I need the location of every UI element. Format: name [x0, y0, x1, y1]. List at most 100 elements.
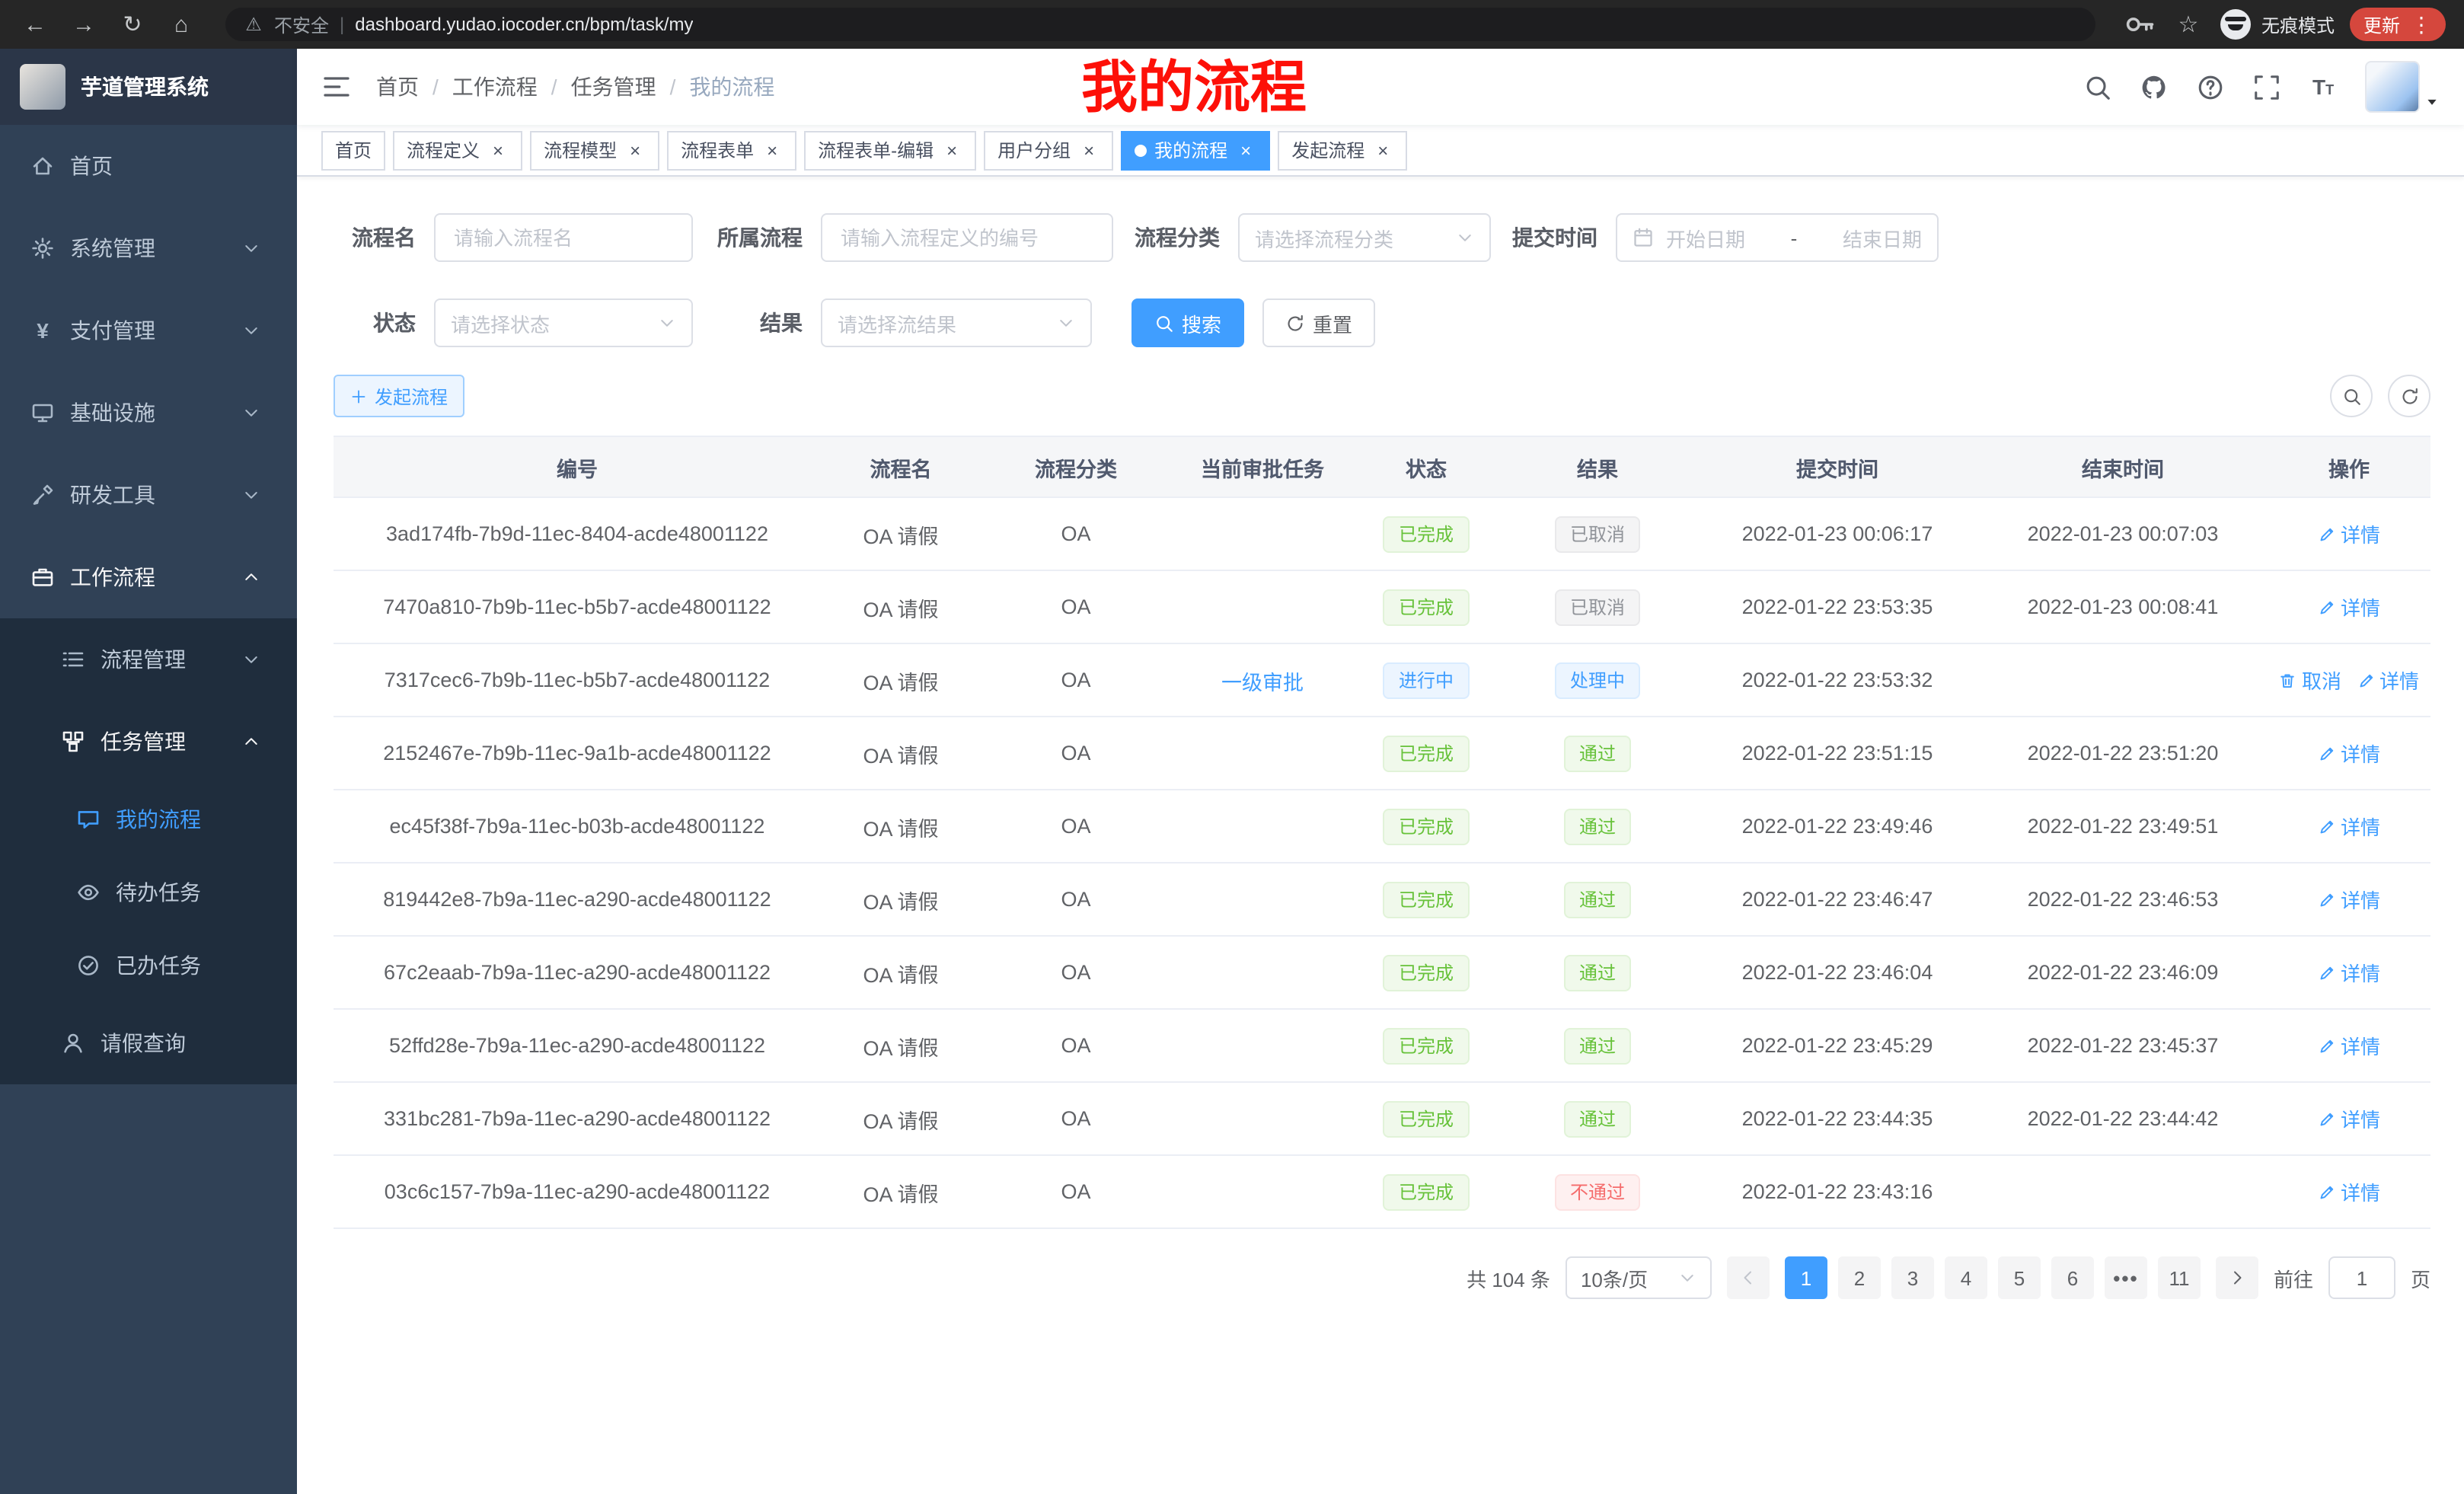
- sidebar-item-11[interactable]: 请假查询: [0, 1002, 297, 1084]
- github-icon[interactable]: [2140, 72, 2169, 101]
- status-badge: 已完成: [1384, 1173, 1469, 1210]
- font-size-icon[interactable]: TT: [2309, 72, 2338, 101]
- table-refresh-button[interactable]: [2388, 375, 2430, 417]
- category-select[interactable]: 请选择流程分类: [1238, 213, 1491, 262]
- cell-id: 7317cec6-7b9b-11ec-b5b7-acde48001122: [334, 643, 821, 717]
- sidebar-item-label: 支付管理: [70, 315, 242, 346]
- status-badge: 已完成: [1384, 589, 1469, 625]
- detail-link[interactable]: 详情: [2318, 1031, 2380, 1060]
- page-button-2[interactable]: 2: [1838, 1256, 1881, 1299]
- table-row: 67c2eaab-7b9a-11ec-a290-acde48001122OA 请…: [334, 936, 2430, 1009]
- key-icon[interactable]: [2123, 8, 2156, 41]
- create-process-button[interactable]: 发起流程: [334, 375, 464, 417]
- search-button[interactable]: 搜索: [1131, 298, 1244, 347]
- reset-button[interactable]: 重置: [1262, 298, 1375, 347]
- browser-reload-icon[interactable]: ↻: [116, 8, 149, 41]
- update-button[interactable]: 更新 ⋮: [2350, 8, 2446, 41]
- tab-我的流程[interactable]: 我的流程×: [1121, 130, 1270, 170]
- status-select[interactable]: 请选择状态: [434, 298, 693, 347]
- detail-link[interactable]: 详情: [2318, 885, 2380, 914]
- sidebar-item-3[interactable]: 基础设施: [0, 372, 297, 454]
- cell-end-time: 2022-01-22 23:46:09: [1978, 936, 2268, 1009]
- next-page-button[interactable]: [2216, 1256, 2258, 1299]
- page-button-6[interactable]: 6: [2051, 1256, 2094, 1299]
- tab-发起流程[interactable]: 发起流程×: [1278, 130, 1407, 170]
- page-button-3[interactable]: 3: [1891, 1256, 1934, 1299]
- status-badge: 已完成: [1384, 516, 1469, 552]
- process-def-input[interactable]: [821, 213, 1113, 262]
- browser-back-icon[interactable]: ←: [18, 8, 52, 41]
- detail-link[interactable]: 详情: [2318, 519, 2380, 548]
- breadcrumb-item[interactable]: 首页: [376, 72, 419, 102]
- breadcrumb-item[interactable]: 工作流程: [452, 72, 538, 102]
- submit-time-range[interactable]: 开始日期 - 结束日期: [1616, 213, 1939, 262]
- page-button-4[interactable]: 4: [1945, 1256, 1987, 1299]
- sidebar-item-4[interactable]: 研发工具: [0, 454, 297, 536]
- tab-用户分组[interactable]: 用户分组×: [984, 130, 1113, 170]
- sidebar-item-2[interactable]: ¥支付管理: [0, 289, 297, 372]
- close-icon[interactable]: ×: [624, 139, 646, 161]
- sidebar-item-5[interactable]: 工作流程: [0, 536, 297, 618]
- cell-result: 通过: [1499, 936, 1696, 1009]
- help-icon[interactable]: [2196, 72, 2225, 101]
- cancel-link[interactable]: 取消: [2279, 666, 2341, 694]
- page-button-5[interactable]: 5: [1998, 1256, 2041, 1299]
- detail-link[interactable]: 详情: [2318, 592, 2380, 621]
- close-icon[interactable]: ×: [1372, 139, 1393, 161]
- user-avatar[interactable]: [2365, 61, 2440, 113]
- result-select[interactable]: 请选择流结果: [821, 298, 1092, 347]
- page-more[interactable]: •••: [2105, 1256, 2147, 1299]
- table-row: 7317cec6-7b9b-11ec-b5b7-acde48001122OA 请…: [334, 643, 2430, 717]
- hamburger-icon[interactable]: [321, 72, 352, 102]
- sidebar-item-8[interactable]: 我的流程: [0, 783, 297, 856]
- page-button-1[interactable]: 1: [1785, 1256, 1827, 1299]
- sidebar-item-10[interactable]: 已办任务: [0, 929, 297, 1002]
- fullscreen-icon[interactable]: [2252, 72, 2281, 101]
- cell-category: OA: [981, 570, 1171, 643]
- detail-link[interactable]: 详情: [2318, 958, 2380, 987]
- close-icon[interactable]: ×: [941, 139, 962, 161]
- cell-name: OA 请假: [821, 1082, 981, 1155]
- task-link[interactable]: 一级审批: [1221, 671, 1304, 694]
- detail-link[interactable]: 详情: [2318, 1177, 2380, 1206]
- browser-home-icon[interactable]: ⌂: [164, 8, 198, 41]
- detail-link[interactable]: 详情: [2318, 739, 2380, 768]
- sidebar-item-0[interactable]: 首页: [0, 125, 297, 207]
- close-icon[interactable]: ×: [487, 139, 509, 161]
- tab-流程模型[interactable]: 流程模型×: [530, 130, 659, 170]
- detail-link[interactable]: 详情: [2357, 666, 2419, 694]
- sidebar-item-1[interactable]: 系统管理: [0, 207, 297, 289]
- tab-流程定义[interactable]: 流程定义×: [393, 130, 522, 170]
- arrow-right-icon: [2228, 1269, 2246, 1287]
- sidebar-item-9[interactable]: 待办任务: [0, 856, 297, 929]
- breadcrumb-item[interactable]: 任务管理: [571, 72, 656, 102]
- sidebar-item-6[interactable]: 流程管理: [0, 618, 297, 701]
- breadcrumb-separator: /: [432, 75, 439, 99]
- sidebar-item-7[interactable]: 任务管理: [0, 701, 297, 783]
- table-search-button[interactable]: [2330, 375, 2373, 417]
- cell-result: 不通过: [1499, 1155, 1696, 1228]
- tab-首页[interactable]: 首页: [321, 130, 385, 170]
- header-search-icon[interactable]: [2083, 72, 2112, 101]
- browser-forward-icon[interactable]: →: [67, 8, 101, 41]
- close-icon[interactable]: ×: [1235, 139, 1256, 161]
- cell-category: OA: [981, 717, 1171, 790]
- detail-link[interactable]: 详情: [2318, 1104, 2380, 1133]
- cell-id: 819442e8-7b9a-11ec-a290-acde48001122: [334, 863, 821, 936]
- close-icon[interactable]: ×: [1078, 139, 1100, 161]
- tab-流程表单-编辑[interactable]: 流程表单-编辑×: [804, 130, 976, 170]
- address-bar[interactable]: ⚠ 不安全 | dashboard.yudao.iocoder.cn/bpm/t…: [225, 8, 2095, 41]
- close-icon[interactable]: ×: [761, 139, 783, 161]
- tab-流程表单[interactable]: 流程表单×: [667, 130, 796, 170]
- page-button-11[interactable]: 11: [2158, 1256, 2201, 1299]
- detail-link[interactable]: 详情: [2318, 812, 2380, 841]
- process-name-input[interactable]: [434, 213, 693, 262]
- result-label: 结果: [693, 308, 821, 338]
- cell-category: OA: [981, 1082, 1171, 1155]
- bookmark-star-icon[interactable]: ☆: [2172, 8, 2205, 41]
- browser-menu-icon[interactable]: ⋮: [2411, 14, 2432, 35]
- goto-page-input[interactable]: [2328, 1256, 2395, 1299]
- prev-page-button[interactable]: [1727, 1256, 1770, 1299]
- page-size-select[interactable]: 10条/页: [1566, 1256, 1712, 1299]
- status-badge: 已完成: [1384, 1027, 1469, 1064]
